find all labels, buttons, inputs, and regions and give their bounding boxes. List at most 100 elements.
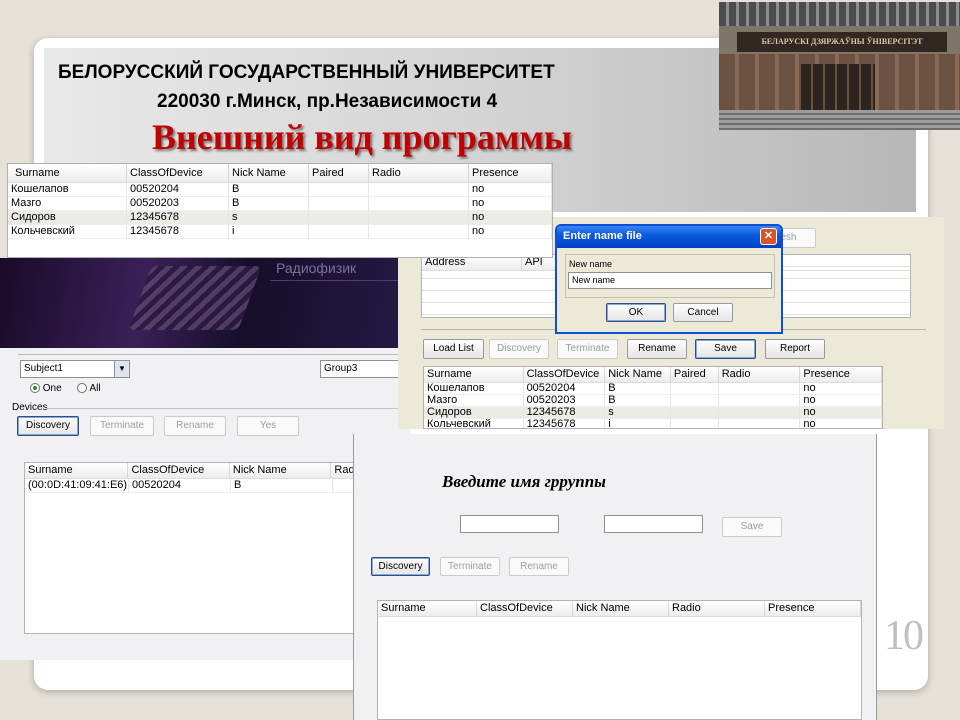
discovery-button[interactable]: Discovery (17, 416, 79, 436)
save-button[interactable]: Save (695, 339, 756, 359)
column-surname[interactable]: Surname (378, 601, 477, 616)
cell-presence: no (800, 407, 882, 418)
chevron-down-icon[interactable]: ▼ (114, 361, 129, 377)
rename-button[interactable]: Rename (164, 416, 226, 436)
cell-surname: (00:0D:41:09:41:E6) (25, 479, 129, 492)
cell-nick: B (229, 183, 309, 196)
cell-presence: no (800, 383, 882, 394)
column-class[interactable]: ClassOfDevice (127, 164, 229, 182)
devices-divider (46, 408, 410, 409)
terminate-button[interactable]: Terminate (90, 416, 154, 436)
table-header: Surname ClassOfDevice Nick Name Paired R… (424, 367, 882, 383)
column-presence[interactable]: Presence (469, 164, 552, 182)
column-class[interactable]: ClassOfDevice (523, 367, 606, 382)
yes-button[interactable]: Yes (237, 416, 299, 436)
cell-radio (369, 211, 469, 224)
close-icon[interactable]: ✕ (760, 228, 777, 245)
radio-group: One All (30, 383, 101, 394)
group-select[interactable]: Group3 (320, 360, 410, 378)
cell-paired (309, 211, 369, 224)
table-row[interactable]: Кошелапов 00520204 Bno (424, 383, 882, 395)
radio-all[interactable] (77, 383, 88, 394)
cell-presence: no (469, 225, 552, 238)
column-presence[interactable]: Presence (765, 601, 861, 616)
cell-presence: no (800, 395, 882, 406)
devices-label: Devices (12, 402, 48, 413)
banner-line (270, 280, 410, 281)
column-paired[interactable]: Paired (309, 164, 369, 182)
report-button[interactable]: Report (765, 339, 825, 359)
group-name-input-2[interactable] (604, 515, 703, 533)
cell-surname: Кошелапов (8, 183, 127, 196)
cell-nick: i (229, 225, 309, 238)
university-building-photo: БЕЛАРУСКІ ДЗЯРЖАЎНЫ ЎНІВЕРСІТЭТ (719, 2, 960, 130)
cell-paired (309, 183, 369, 196)
banner-crystal (128, 266, 262, 330)
column-presence[interactable]: Presence (800, 367, 882, 382)
column-nick[interactable]: Nick Name (229, 164, 309, 182)
group-name-input[interactable] (460, 515, 559, 533)
cell-radio (719, 395, 801, 406)
table-row[interactable]: Мазго 00520203 Bno (8, 197, 552, 211)
cell-class: 00520203 (127, 197, 229, 210)
photo-upper-floors (719, 2, 960, 26)
table-row[interactable]: Сидоров 12345678 s no (424, 407, 882, 419)
cell-nick: s (605, 407, 671, 418)
enter-name-dialog: Enter name file ✕ New name New name OK C… (555, 224, 783, 334)
column-surname[interactable]: Surname (8, 164, 127, 182)
cell-surname: Сидоров (8, 211, 127, 224)
table-row[interactable]: Сидоров 12345678 s no (8, 211, 552, 225)
rename-button[interactable]: Rename (509, 557, 569, 576)
table-row[interactable]: Кошелапов 00520204 Bno (8, 183, 552, 197)
column-surname[interactable]: Surname (424, 367, 524, 382)
slide-title: Внешний вид программы (152, 117, 573, 157)
table-row[interactable]: Кольчевский 12345678 i no (424, 419, 882, 428)
column-paired[interactable]: Paired (670, 367, 719, 382)
cell-nick: B (229, 197, 309, 210)
cell-radio (369, 197, 469, 210)
cell-surname: Кольчевский (8, 225, 127, 238)
toolbar-divider (18, 354, 410, 355)
radio-all-label: All (89, 383, 101, 394)
column-radio[interactable]: Radio (718, 367, 801, 382)
cell-class: 12345678 (127, 211, 229, 224)
device-table-right: Surname ClassOfDevice Nick Name Paired R… (423, 366, 883, 429)
column-class[interactable]: ClassOfDevice (477, 601, 573, 616)
banner-text: Радиофизик (276, 260, 357, 276)
save-button[interactable]: Save (722, 517, 782, 537)
cell-paired (671, 407, 719, 418)
subject-select[interactable]: Subject1 ▼ (20, 360, 130, 378)
page-number: 10 (884, 613, 924, 659)
cell-nick: B (605, 395, 671, 406)
column-nick[interactable]: Nick Name (229, 463, 332, 478)
cancel-button[interactable]: Cancel (673, 303, 733, 322)
discovery-button[interactable]: Discovery (489, 339, 549, 359)
column-surname[interactable]: Surname (25, 463, 129, 478)
cell-nick: B (231, 479, 333, 492)
ok-button[interactable]: OK (606, 303, 666, 322)
photo-steps (719, 110, 960, 130)
terminate-button[interactable]: Terminate (440, 557, 500, 576)
column-nick[interactable]: Nick Name (605, 367, 671, 382)
program-window-bottom: Введите имя грруппы Save Discovery Termi… (353, 434, 877, 720)
column-radio[interactable]: Radio (669, 601, 765, 616)
rename-button[interactable]: Rename (627, 339, 687, 359)
column-class[interactable]: ClassOfDevice (128, 463, 230, 478)
discovery-button[interactable]: Discovery (371, 557, 430, 576)
new-name-input[interactable]: New name (568, 272, 772, 289)
cell-paired (309, 225, 369, 238)
dialog-title: Enter name file (563, 230, 642, 242)
radio-one-label: One (42, 383, 62, 394)
load-list-button[interactable]: Load List (423, 339, 484, 359)
terminate-button[interactable]: Terminate (557, 339, 618, 359)
column-radio[interactable]: Radio (369, 164, 469, 182)
cell-nick: s (229, 211, 309, 224)
table-row[interactable]: Мазго 00520203 Bno (424, 395, 882, 407)
column-nick[interactable]: Nick Name (573, 601, 669, 616)
table-row[interactable]: (00:0D:41:09:41:E6) 00520204 B (25, 479, 409, 493)
cell-nick: i (605, 419, 671, 428)
cell-radio (369, 183, 469, 196)
table-row[interactable]: Кольчевский 12345678 i no (8, 225, 552, 239)
radio-one[interactable] (30, 383, 40, 394)
cell-paired (309, 197, 369, 210)
